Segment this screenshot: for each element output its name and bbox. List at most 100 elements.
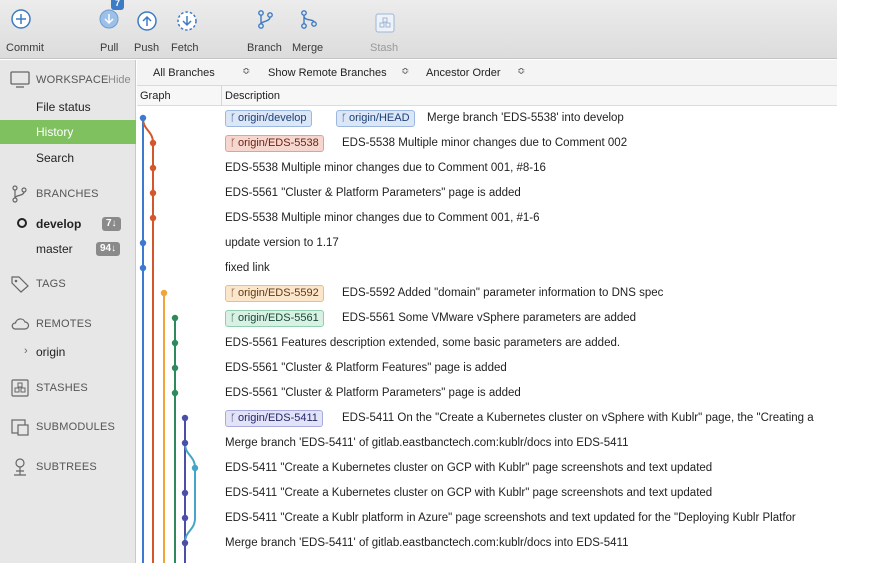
subtrees-section[interactable]: SUBTREES (0, 455, 136, 479)
pull-button[interactable]: 7 Pull (88, 0, 128, 59)
commit-row[interactable]: EDS-5538 Multiple minor changes due to C… (221, 206, 837, 231)
workspace-hide-link[interactable]: Hide (108, 74, 131, 86)
workspace-label: WORKSPACE (36, 74, 109, 86)
order-select[interactable]: Ancestor Order (426, 67, 501, 79)
commit-row[interactable]: fixed link (221, 256, 837, 281)
stash-icon (374, 12, 395, 33)
commit-row[interactable]: EDS-5411 "Create a Kubernetes cluster on… (221, 456, 837, 481)
commit-row[interactable]: Merge branch 'EDS-5411' of gitlab.eastba… (221, 531, 837, 556)
branch-ref-tag[interactable]: ᚴ origin/HEAD (336, 110, 415, 127)
branch-behind-badge: 7↓ (102, 217, 121, 231)
remotes-section[interactable]: REMOTES (0, 312, 136, 336)
push-button[interactable]: Push (132, 0, 162, 59)
stash-button[interactable]: Stash (366, 0, 406, 59)
commit-row[interactable]: update version to 1.17 (221, 231, 837, 256)
sidebar-item-search[interactable]: Search (0, 146, 136, 170)
subtree-icon (10, 458, 30, 476)
commit-node[interactable] (149, 139, 157, 147)
remote-name: origin (36, 345, 66, 359)
branch-ref-tag[interactable]: ᚴ origin/EDS-5411 (225, 410, 323, 427)
remote-item-origin[interactable]: › origin (0, 340, 136, 364)
commit-description: EDS-5411 "Create a Kublr platform in Azu… (225, 512, 796, 524)
branch-item-master[interactable]: master 94↓ (0, 237, 136, 261)
sidebar-item-file-status[interactable]: File status (0, 95, 136, 119)
current-branch-icon (17, 218, 27, 228)
commit-description: fixed link (225, 262, 270, 274)
commit-button[interactable]: Commit (0, 0, 52, 59)
updown-chevron-icon[interactable]: ≎ (401, 66, 409, 77)
submodules-section[interactable]: SUBMODULES (0, 415, 136, 439)
submodules-label: SUBMODULES (36, 421, 116, 433)
commit-row[interactable]: EDS-5561 "Cluster & Platform Parameters"… (221, 181, 837, 206)
pull-count-badge: 7 (111, 0, 124, 10)
commit-node[interactable] (181, 439, 189, 447)
chevron-right-icon[interactable]: › (24, 345, 28, 357)
commit-description: EDS-5561 "Cluster & Platform Parameters"… (225, 187, 521, 199)
branch-filter-select[interactable]: All Branches (153, 67, 215, 79)
column-divider[interactable] (221, 86, 222, 106)
sidebar-item-history[interactable]: History (0, 120, 136, 144)
commit-node[interactable] (139, 239, 147, 247)
commit-row[interactable]: ᚴ origin/EDS-5592 EDS-5592 Added "domain" … (221, 281, 837, 306)
commit-description: EDS-5411 On the "Create a Kubernetes clu… (342, 412, 814, 424)
graph-column-header[interactable]: Graph (140, 90, 171, 102)
commit-row[interactable]: EDS-5561 Features description extended, … (221, 331, 837, 356)
commit-row[interactable]: ᚴ origin/EDS-5411 EDS-5411 On the "Create … (221, 406, 837, 431)
commit-node[interactable] (181, 414, 189, 422)
commit-row[interactable]: ᚴ origin/EDS-5561 EDS-5561 Some VMware vSp… (221, 306, 837, 331)
filter-bar: All Branches ≎ Show Remote Branches ≎ An… (137, 60, 837, 86)
commit-description: EDS-5411 "Create a Kubernetes cluster on… (225, 487, 713, 499)
commit-row[interactable]: EDS-5561 "Cluster & Platform Features" p… (221, 356, 837, 381)
branch-icon: ᚴ (230, 288, 236, 299)
branch-ref-tag[interactable]: ᚴ origin/EDS-5561 (225, 310, 324, 327)
commit-node[interactable] (171, 389, 179, 397)
subtrees-label: SUBTREES (36, 461, 97, 473)
merge-button[interactable]: Merge (290, 0, 330, 59)
commit-row[interactable]: EDS-5411 "Create a Kublr platform in Azu… (221, 506, 837, 531)
merge-label: Merge (292, 42, 324, 54)
description-column-header[interactable]: Description (225, 90, 280, 102)
push-label: Push (134, 42, 160, 54)
branch-behind-badge: 94↓ (96, 242, 121, 256)
commit-node[interactable] (160, 289, 168, 297)
branch-ref-tag[interactable]: ᚴ origin/EDS-5538 (225, 135, 324, 152)
updown-chevron-icon[interactable]: ≎ (242, 66, 250, 77)
tags-section[interactable]: TAGS (0, 272, 136, 296)
commit-row[interactable]: ᚴ origin/EDS-5538 EDS-5538 Multiple minor … (221, 131, 837, 156)
commit-row[interactable]: Merge branch 'EDS-5411' of gitlab.eastba… (221, 431, 837, 456)
graph-lane-eds-5538 (142, 117, 154, 144)
workspace-section[interactable]: WORKSPACE Hide (0, 68, 136, 92)
commit-node[interactable] (149, 164, 157, 172)
commit-node[interactable] (171, 339, 179, 347)
updown-chevron-icon[interactable]: ≎ (517, 66, 525, 77)
commit-node[interactable] (181, 539, 189, 547)
commit-node[interactable] (191, 464, 199, 472)
sidebar-item-label: File status (36, 100, 91, 114)
branch-item-develop[interactable]: develop 7↓ (0, 212, 136, 236)
fetch-label: Fetch (171, 42, 199, 54)
commit-row[interactable]: EDS-5538 Multiple minor changes due to C… (221, 156, 837, 181)
commit-node[interactable] (181, 489, 189, 497)
push-icon (136, 10, 157, 31)
branch-ref-label: origin/EDS-5411 (238, 412, 318, 424)
commit-node[interactable] (171, 364, 179, 372)
commit-row[interactable]: EDS-5561 "Cluster & Platform Parameters"… (221, 381, 837, 406)
commit-node[interactable] (149, 189, 157, 197)
commit-node[interactable] (171, 314, 179, 322)
commit-node[interactable] (139, 114, 147, 122)
commit-node[interactable] (181, 514, 189, 522)
commit-row[interactable]: EDS-5411 "Create a Kubernetes cluster on… (221, 481, 837, 506)
branch-button[interactable]: Branch (244, 0, 288, 59)
commit-description: EDS-5561 Some VMware vSphere parameters … (342, 312, 637, 324)
remote-branches-select[interactable]: Show Remote Branches (268, 67, 387, 79)
commit-node[interactable] (149, 214, 157, 222)
branch-ref-tag[interactable]: ᚴ origin/EDS-5592 (225, 285, 324, 302)
branch-ref-tag[interactable]: ᚴ origin/develop (225, 110, 312, 127)
branches-section[interactable]: BRANCHES (0, 182, 136, 206)
commit-row[interactable]: ᚴ origin/develop ᚴ origin/HEAD Merge branch … (221, 106, 837, 131)
fetch-button[interactable]: Fetch (168, 0, 208, 59)
stashes-section[interactable]: STASHES (0, 376, 136, 400)
branches-label: BRANCHES (36, 188, 99, 200)
commit-node[interactable] (139, 264, 147, 272)
commit-graph (139, 114, 199, 563)
